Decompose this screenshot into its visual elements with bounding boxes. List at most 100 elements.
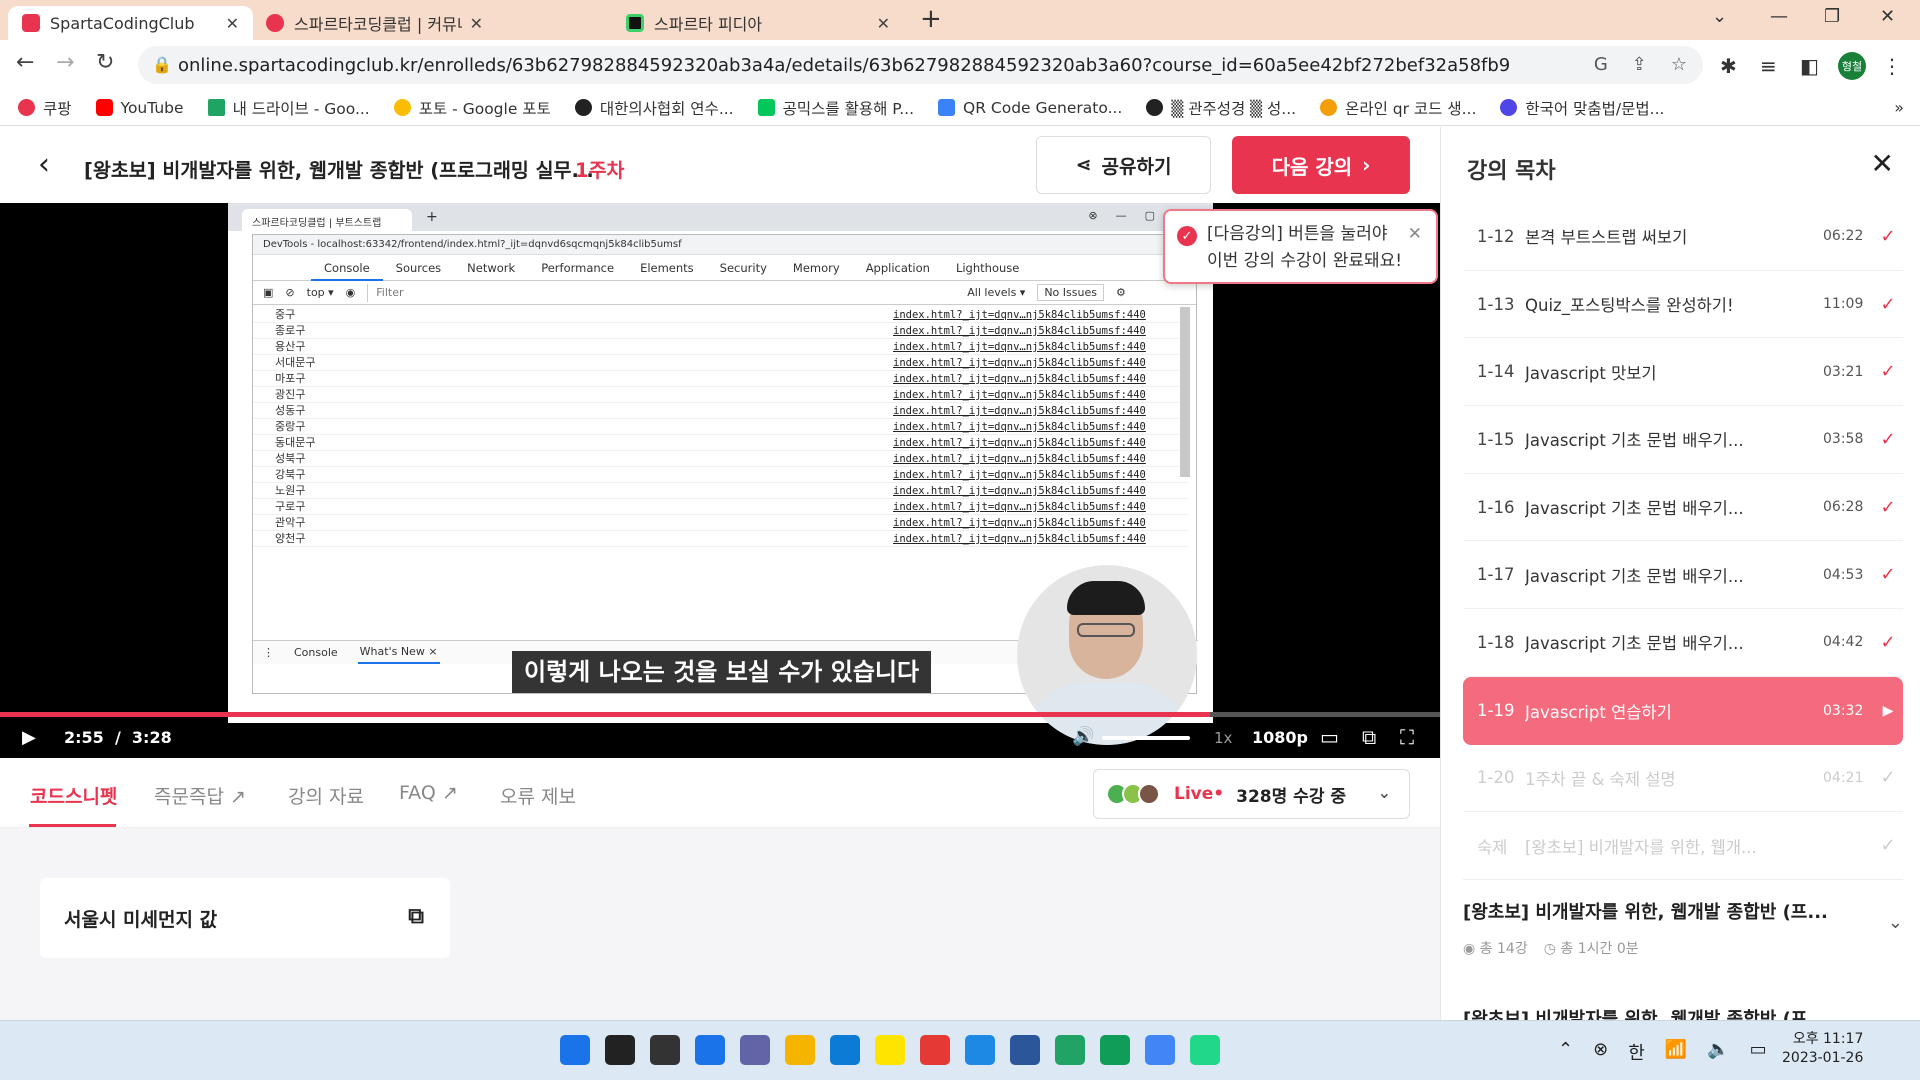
globe-icon xyxy=(1146,99,1164,116)
edge-icon[interactable] xyxy=(830,1035,860,1065)
console-log-row: 중구 index.html?_ijt=dqnv…nj5k84clib5umsf:4… xyxy=(253,307,1188,323)
bookmark-item[interactable]: 한국어 맞춤법/문법... xyxy=(1500,97,1664,119)
lesson-item[interactable]: 1-15 Javascript 기초 문법 배우기... 03:58 ✓ xyxy=(1463,406,1903,474)
forward-arrow-icon[interactable]: → xyxy=(56,50,74,75)
share-page-icon[interactable]: ⇪ xyxy=(1632,54,1647,75)
browser-tab-pedia[interactable]: 스파르타 피디아 ✕ xyxy=(612,6,904,40)
chrome-icon[interactable] xyxy=(1145,1035,1175,1065)
lesson-item[interactable]: 숙제 [왕초보] 비개발자를 위한, 웹개... ✓ xyxy=(1463,812,1903,880)
app-green-icon[interactable] xyxy=(1100,1035,1130,1065)
new-tab-button[interactable]: + xyxy=(920,4,942,34)
lesson-item[interactable]: 1-12 본격 부트스트랩 써보기 06:22 ✓ xyxy=(1463,203,1903,271)
copy-icon[interactable]: ⧉ xyxy=(408,904,424,929)
profile-avatar[interactable]: 형철 xyxy=(1838,52,1866,80)
task-view-icon[interactable] xyxy=(650,1035,680,1065)
bookmark-star-icon[interactable]: ☆ xyxy=(1671,54,1687,75)
context-select: top ▾ xyxy=(306,286,334,299)
teams-chat-icon[interactable] xyxy=(740,1035,770,1065)
close-tab-icon[interactable]: ✕ xyxy=(470,14,483,33)
search-icon[interactable] xyxy=(605,1035,635,1065)
snippet-card[interactable]: 서울시 미세먼지 값 ⧉ xyxy=(40,878,450,958)
tab-faq[interactable]: FAQ ↗ xyxy=(399,782,458,804)
log-source-link: index.html?_ijt=dqnv…nj5k84clib5umsf:440 xyxy=(893,389,1146,401)
side-panel-icon[interactable]: ◧ xyxy=(1800,54,1819,78)
tab-materials[interactable]: 강의 자료 xyxy=(288,782,364,809)
tab-search-chevron-icon[interactable]: ⌄ xyxy=(1712,6,1727,27)
bookmark-item[interactable]: ▒ 관주성경 ▒ 성... xyxy=(1146,97,1296,119)
ime-indicator[interactable]: 한 xyxy=(1628,1039,1645,1065)
tab-code-snippet[interactable]: 코드스니펫 xyxy=(30,782,117,809)
sidebar-title: 강의 목차 xyxy=(1467,159,1556,184)
file-explorer-icon[interactable] xyxy=(785,1035,815,1065)
next-section-title[interactable]: [왕초보] 비개발자를 위한, 웹개발 종합반 (프... xyxy=(1463,1005,1828,1020)
bookmark-item[interactable]: 공믹스를 활용해 P... xyxy=(757,97,914,119)
picture-in-picture-icon[interactable]: ⧉ xyxy=(1362,725,1376,749)
lesson-item[interactable]: 1-14 Javascript 맛보기 03:21 ✓ xyxy=(1463,338,1903,407)
reload-icon[interactable]: ↻ xyxy=(96,50,114,75)
word-icon[interactable] xyxy=(1010,1035,1040,1065)
pdf-app-icon[interactable] xyxy=(920,1035,950,1065)
google-photos-icon xyxy=(393,99,411,116)
playback-speed[interactable]: 1x xyxy=(1214,729,1232,747)
browser-tab-spartacodingclub[interactable]: SpartaCodingClub ✕ xyxy=(8,6,253,40)
bookmark-item[interactable]: QR Code Generato... xyxy=(938,99,1122,117)
start-icon[interactable] xyxy=(560,1035,590,1065)
kebab-menu-icon[interactable]: ⋮ xyxy=(1882,54,1902,78)
video-player[interactable]: 스파르타코딩클럽 | 부트스트랩 + ⊗—▢ DevTools - localh… xyxy=(0,203,1440,758)
close-tab-icon[interactable]: ✕ xyxy=(226,14,239,33)
bookmark-item[interactable]: 포토 - Google 포토 xyxy=(393,97,551,119)
close-icon[interactable]: ✕ xyxy=(1871,147,1894,180)
tab-title: SpartaCodingClub xyxy=(50,13,195,33)
lesson-item[interactable]: 1-20 1주차 끝 & 숙제 설명 04:21 ✓ xyxy=(1463,745,1903,813)
wifi-icon[interactable]: 📶 xyxy=(1665,1039,1687,1065)
pycharm-icon[interactable] xyxy=(1190,1035,1220,1065)
live-viewers-dropdown[interactable]: Live• 328명 수강 중 ⌄ xyxy=(1093,769,1410,819)
tray-chevron-icon[interactable]: ⌃ xyxy=(1558,1039,1573,1065)
captions-icon[interactable]: ▭ xyxy=(1320,725,1339,749)
address-bar[interactable]: 🔒 online.spartacodingclub.kr/enrolleds/6… xyxy=(138,46,1703,84)
lesson-item[interactable]: 1-13 Quiz_포스팅박스를 완성하기! 11:09 ✓ xyxy=(1463,271,1903,339)
close-tooltip-icon[interactable]: ✕ xyxy=(1408,221,1422,248)
bookmark-label: 한국어 맞춤법/문법... xyxy=(1525,99,1665,118)
share-button[interactable]: ⋖ 공유하기 xyxy=(1036,136,1211,194)
back-arrow-icon[interactable]: ← xyxy=(16,50,34,75)
more-bookmarks-icon[interactable]: » xyxy=(1894,98,1904,117)
play-icon[interactable]: ▶ xyxy=(22,727,36,748)
battery-icon[interactable]: ▭ xyxy=(1750,1039,1767,1065)
close-tab-icon[interactable]: ✕ xyxy=(877,14,890,33)
bookmark-item[interactable]: 대한의사협회 연수... xyxy=(574,97,734,119)
volume-icon[interactable]: 🔊 xyxy=(1072,726,1094,747)
phone-app-icon[interactable] xyxy=(965,1035,995,1065)
lesson-item[interactable]: 1-18 Javascript 기초 문법 배우기... 04:42 ✓ xyxy=(1463,609,1903,677)
extensions-puzzle-icon[interactable]: ✱ xyxy=(1720,54,1737,78)
lesson-item[interactable]: 1-17 Javascript 기초 문법 배우기... 04:53 ✓ xyxy=(1463,541,1903,610)
close-window-icon[interactable]: ✕ xyxy=(1880,6,1895,27)
media-control-icon[interactable]: ≡ xyxy=(1760,54,1777,78)
bookmark-item[interactable]: YouTube xyxy=(95,99,184,117)
fullscreen-icon[interactable]: ⛶ xyxy=(1400,725,1414,749)
log-source-link: index.html?_ijt=dqnv…nj5k84clib5umsf:440 xyxy=(893,373,1146,385)
tab-report-error[interactable]: 오류 제보 xyxy=(500,782,576,809)
back-chevron-icon[interactable]: ‹ xyxy=(38,147,50,182)
clock[interactable]: 오후 11:17 2023-01-26 xyxy=(1782,1030,1863,1068)
section-header[interactable]: [왕초보] 비개발자를 위한, 웹개발 종합반 (프... ◉ 총 14강 ◷ … xyxy=(1463,879,1903,979)
browser-tab-community[interactable]: 스파르타코딩클럽 | 커뮤니티 ✕ xyxy=(252,6,497,40)
lesson-item[interactable]: 1-19 Javascript 연습하기 03:32 ▶ xyxy=(1463,676,1903,745)
lesson-item[interactable]: 1-16 Javascript 기초 문법 배우기... 06:28 ✓ xyxy=(1463,474,1903,542)
quality-selector[interactable]: 1080p xyxy=(1252,728,1308,747)
widgets-icon[interactable] xyxy=(695,1035,725,1065)
bookmark-item[interactable]: 쿠팡 xyxy=(18,97,72,119)
minimize-icon[interactable]: — xyxy=(1770,6,1788,27)
speaker-icon[interactable]: 🔈 xyxy=(1707,1039,1729,1065)
next-lecture-button[interactable]: 다음 강의 › xyxy=(1232,136,1410,194)
google-translate-icon[interactable]: G xyxy=(1594,54,1608,75)
maximize-icon[interactable]: ❐ xyxy=(1824,6,1840,27)
kakaotalk-icon[interactable] xyxy=(875,1035,905,1065)
bookmark-item[interactable]: 온라인 qr 코드 생... xyxy=(1320,97,1476,119)
vscode-like-icon[interactable] xyxy=(1055,1035,1085,1065)
lesson-title: 본격 부트스트랩 써보기 xyxy=(1525,228,1688,248)
volume-slider[interactable] xyxy=(1102,736,1190,740)
tray-app-icon[interactable]: ⊗ xyxy=(1593,1039,1608,1065)
bookmark-item[interactable]: 내 드라이브 - Goo... xyxy=(207,97,370,119)
tab-qna[interactable]: 즉문즉답 ↗ xyxy=(154,782,246,809)
